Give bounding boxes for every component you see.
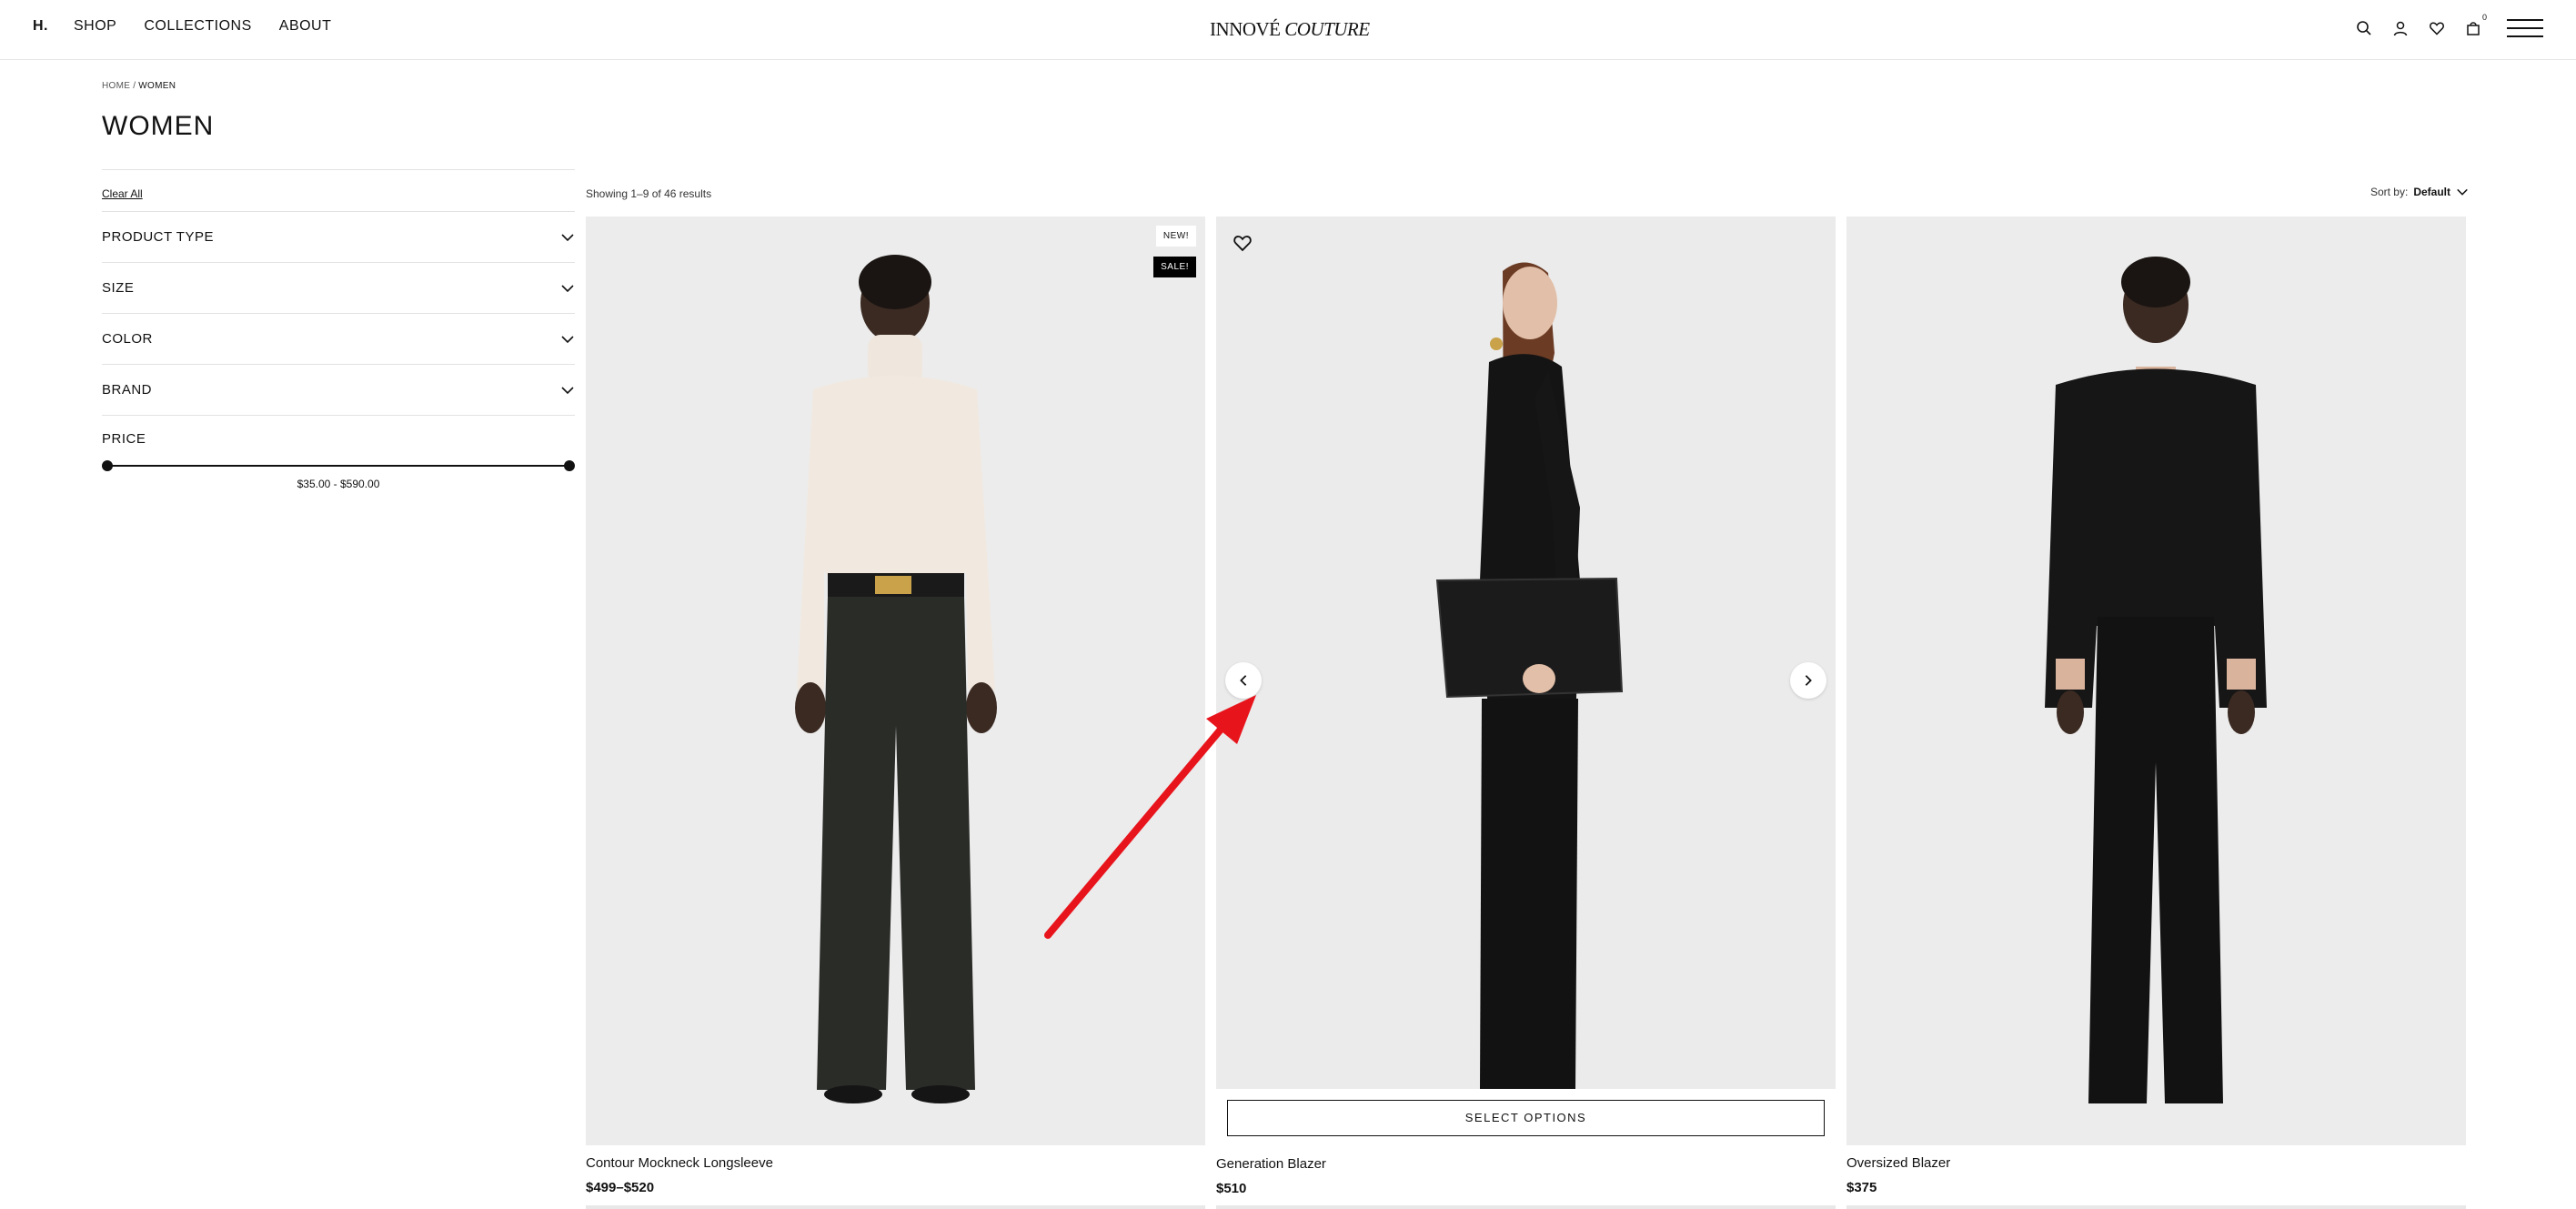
brand-logo-part1: INNOVÉ (1210, 18, 1281, 40)
price-slider-min-handle[interactable] (102, 460, 113, 471)
price-range-text: $35.00 - $590.00 (297, 478, 380, 490)
filter-label: SIZE (102, 280, 135, 296)
filter-sidebar: Clear All PRODUCT TYPE SIZE COLOR BRAND … (102, 169, 575, 490)
price-filter: PRICE $35.00 - $590.00 (102, 415, 575, 490)
next-row-edge (586, 1205, 1205, 1209)
model-photo (586, 217, 1205, 1145)
image-prev-button[interactable] (1225, 662, 1262, 699)
clear-all-link[interactable]: Clear All (102, 187, 575, 211)
next-row-edge (1216, 1205, 1836, 1209)
chevron-left-icon (1240, 675, 1247, 686)
filter-size[interactable]: SIZE (102, 262, 575, 313)
nav-collections[interactable]: COLLECTIONS (144, 18, 251, 35)
filter-label: PRODUCT TYPE (102, 229, 214, 245)
price-filter-label: PRICE (102, 431, 146, 447)
chevron-right-icon (1805, 675, 1812, 686)
filter-product-type[interactable]: PRODUCT TYPE (102, 211, 575, 262)
search-icon[interactable] (2354, 16, 2374, 40)
model-photo (1846, 217, 2466, 1145)
chevron-down-icon (2457, 188, 2468, 196)
page-title: WOMEN (102, 111, 215, 141)
price-slider[interactable] (102, 459, 575, 472)
price-slider-max-handle[interactable] (564, 460, 575, 471)
header-actions: 0 (2354, 13, 2543, 40)
sort-value: Default (2413, 186, 2450, 198)
wishlist-heart-icon[interactable] (1233, 233, 1253, 253)
home-logo-link[interactable]: H. (33, 18, 48, 35)
product-price: $375 (1846, 1180, 1877, 1195)
sort-dropdown[interactable]: Sort by: Default (2370, 186, 2469, 198)
chevron-down-icon (561, 233, 574, 241)
filter-color[interactable]: COLOR (102, 313, 575, 364)
wishlist-icon[interactable] (2427, 16, 2447, 40)
breadcrumb: HOME / WOMEN (102, 81, 176, 91)
site-header: H. SHOP COLLECTIONS ABOUT INNOVÉ COUTURE… (0, 0, 2576, 60)
product-card[interactable]: SELECT OPTIONS Generation Blazer $510 (1216, 217, 1836, 1209)
nav-about[interactable]: ABOUT (279, 18, 332, 35)
select-options-button[interactable]: SELECT OPTIONS (1227, 1100, 1825, 1136)
product-name[interactable]: Contour Mockneck Longsleeve (586, 1155, 1205, 1171)
brand-logo[interactable]: INNOVÉ COUTURE (1210, 18, 1370, 41)
sale-badge: SALE! (1153, 257, 1196, 277)
product-image[interactable] (1216, 217, 1836, 1089)
breadcrumb-home[interactable]: HOME (102, 81, 130, 91)
sort-label: Sort by: (2370, 186, 2409, 198)
product-card[interactable]: NEW! SALE! Contour Mockneck Longsleeve $… (586, 217, 1205, 1209)
product-card[interactable]: Oversized Blazer $375 (1846, 217, 2466, 1209)
price-slider-track (107, 465, 569, 467)
filter-label: COLOR (102, 331, 153, 347)
results-count: Showing 1–9 of 46 results (586, 187, 712, 200)
product-image[interactable] (1846, 217, 2466, 1145)
filter-label: BRAND (102, 382, 153, 398)
filter-brand[interactable]: BRAND (102, 364, 575, 415)
breadcrumb-separator: / (133, 81, 136, 91)
main-nav: H. SHOP COLLECTIONS ABOUT (33, 18, 358, 35)
nav-shop[interactable]: SHOP (74, 18, 116, 35)
new-badge: NEW! (1155, 226, 1196, 247)
chevron-down-icon (561, 335, 574, 343)
product-name[interactable]: Generation Blazer (1216, 1156, 1836, 1172)
cart-count: 0 (2481, 13, 2487, 22)
next-row-edge (1846, 1205, 2466, 1209)
product-price: $499–$520 (586, 1180, 655, 1195)
product-name[interactable]: Oversized Blazer (1846, 1155, 2466, 1171)
chevron-down-icon (561, 386, 574, 394)
product-price: $510 (1216, 1181, 1247, 1196)
brand-logo-part2: COUTURE (1284, 18, 1370, 40)
account-icon[interactable] (2390, 16, 2410, 40)
image-next-button[interactable] (1790, 662, 1826, 699)
product-image[interactable]: NEW! SALE! (586, 217, 1205, 1145)
chevron-down-icon (561, 284, 574, 292)
menu-icon[interactable] (2507, 19, 2543, 37)
model-photo (1216, 217, 1836, 1089)
cart-icon[interactable]: 0 (2463, 13, 2487, 40)
breadcrumb-current: WOMEN (138, 81, 176, 91)
